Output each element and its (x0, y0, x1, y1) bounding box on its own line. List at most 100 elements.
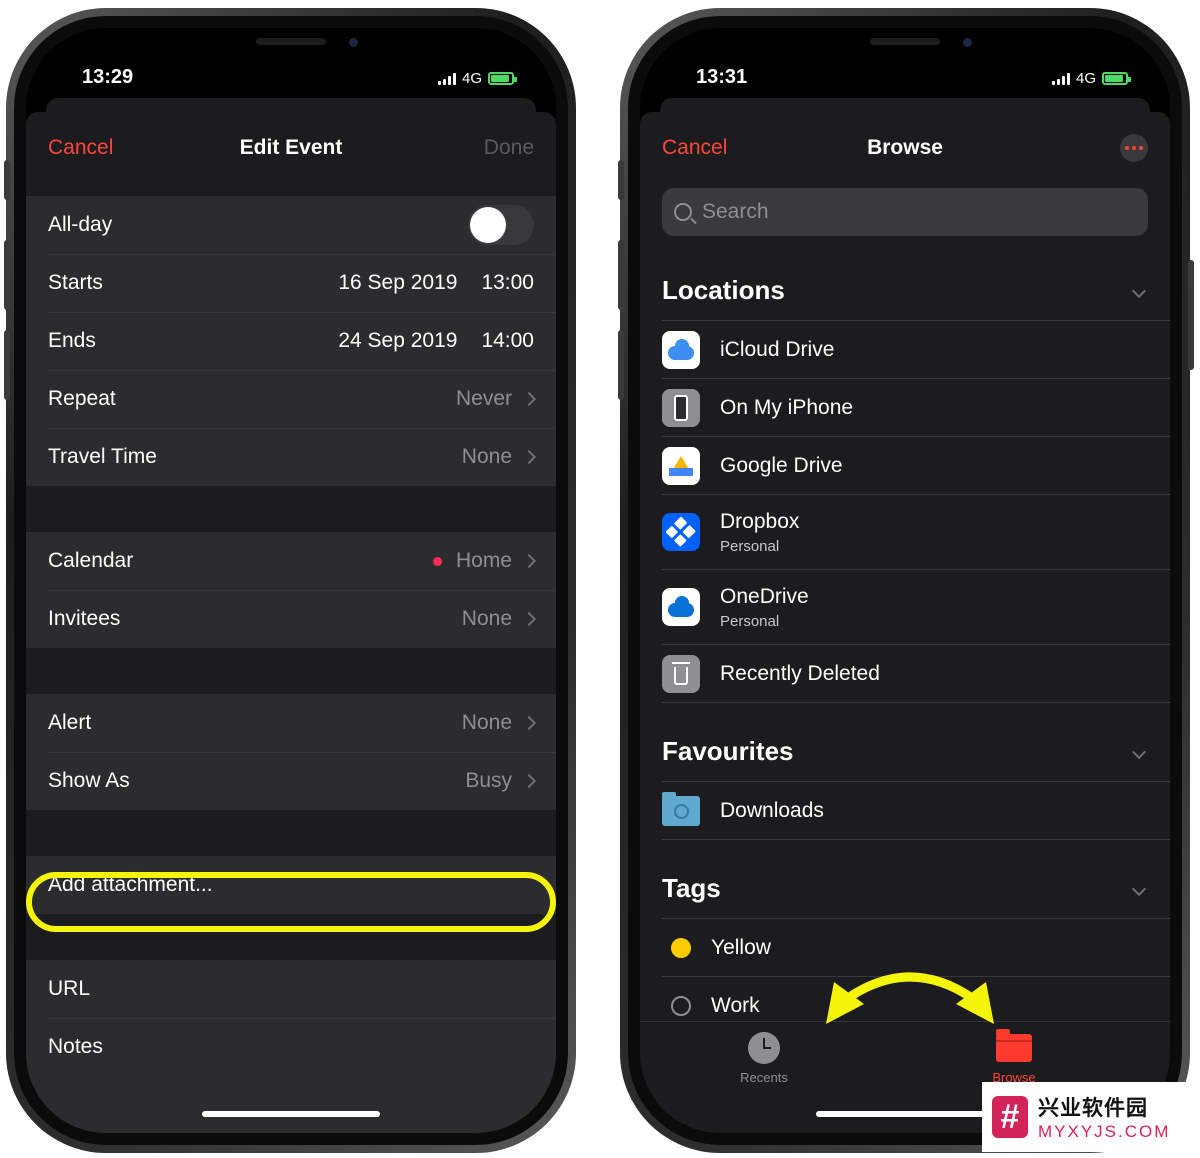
status-time: 13:29 (82, 66, 134, 88)
watermark: # 兴业软件园 MYXYJS.COM (982, 1082, 1190, 1152)
cancel-button[interactable]: Cancel (48, 136, 113, 160)
camera-icon (349, 38, 358, 47)
location-google-drive[interactable]: Google Drive (662, 437, 1170, 495)
chevron-down-icon[interactable] (1131, 744, 1147, 760)
onedrive-icon (662, 588, 700, 626)
alert-group: Alert None Show As Busy (26, 694, 556, 810)
ends-time[interactable]: 14:00 (481, 329, 534, 353)
show-as-label: Show As (48, 769, 130, 792)
google-drive-icon (662, 446, 700, 485)
location-on-my-iphone[interactable]: On My iPhone (662, 379, 1170, 437)
item-title: Downloads (720, 798, 824, 822)
power-button (1188, 260, 1194, 370)
allday-row: All-day (26, 196, 556, 254)
notes-field[interactable]: Notes (26, 1018, 556, 1076)
folder-icon (996, 1029, 1032, 1062)
locations-heading: Locations (662, 275, 785, 305)
alert-row[interactable]: Alert None (26, 694, 556, 752)
side-button (4, 330, 10, 400)
favourites-heading: Favourites (662, 736, 794, 766)
nav-bar: Cancel Browse (640, 112, 1170, 184)
double-arrow-annotation (826, 972, 994, 1024)
icloud-drive-icon (662, 330, 700, 369)
camera-icon (963, 38, 972, 47)
status-indicators: 4G (1051, 70, 1131, 87)
page-title: Edit Event (239, 136, 343, 159)
starts-date[interactable]: 16 Sep 2019 (338, 271, 457, 295)
favourites-header[interactable]: Favourites (640, 703, 1170, 781)
invitees-label: Invitees (48, 607, 121, 630)
cancel-button[interactable]: Cancel (662, 136, 727, 160)
starts-time[interactable]: 13:00 (481, 271, 534, 295)
trash-icon (662, 654, 700, 693)
starts-row[interactable]: Starts 16 Sep 2019 13:00 (26, 254, 556, 312)
ends-row[interactable]: Ends 24 Sep 2019 14:00 (26, 312, 556, 370)
chevron-right-icon (521, 553, 537, 569)
side-button (618, 240, 624, 310)
item-subtitle: Personal (720, 537, 780, 555)
home-indicator[interactable] (816, 1111, 994, 1117)
more-options-button[interactable] (1120, 134, 1148, 162)
starts-label: Starts (48, 271, 103, 294)
item-title: Yellow (711, 935, 771, 959)
tab-recents[interactable]: Recents (714, 1032, 814, 1085)
item-title: Dropbox (720, 509, 800, 533)
notes-placeholder: Notes (48, 1035, 103, 1058)
network-label: 4G (1075, 70, 1096, 87)
status-time: 13:31 (696, 66, 748, 88)
watermark-chinese: 兴业软件园 (1038, 1097, 1148, 1120)
location-icloud-drive[interactable]: iCloud Drive (662, 321, 1170, 379)
calendar-value: Home (455, 549, 512, 572)
yellow-tag-dot-icon (671, 937, 691, 958)
show-as-row[interactable]: Show As Busy (26, 752, 556, 810)
ends-label: Ends (48, 329, 96, 352)
invitees-value: None (461, 607, 512, 630)
allday-toggle[interactable] (468, 205, 534, 245)
item-title: On My iPhone (720, 395, 854, 419)
favourites-list: Downloads (662, 781, 1170, 840)
chevron-right-icon (521, 449, 537, 465)
tab-recents-label: Recents (740, 1070, 788, 1085)
empty-tag-dot-icon (671, 995, 691, 1016)
travel-time-label: Travel Time (48, 445, 157, 468)
chevron-down-icon[interactable] (1131, 881, 1147, 897)
attachment-group: Add attachment... (26, 856, 556, 914)
add-attachment-button[interactable]: Add attachment... (48, 873, 534, 897)
network-label: 4G (461, 70, 482, 87)
chevron-right-icon (521, 611, 537, 627)
add-attachment-row[interactable]: Add attachment... (26, 856, 556, 914)
invitees-row[interactable]: Invitees None (26, 590, 556, 648)
side-button (618, 330, 624, 400)
calendar-row[interactable]: Calendar Home (26, 532, 556, 590)
favourite-downloads[interactable]: Downloads (662, 782, 1170, 840)
tags-header[interactable]: Tags (640, 840, 1170, 918)
battery-icon (488, 72, 517, 85)
travel-time-row[interactable]: Travel Time None (26, 428, 556, 486)
edit-event-sheet: Cancel Edit Event Done All-day Starts 16… (26, 112, 556, 1133)
dropbox-icon (662, 513, 700, 551)
item-subtitle: Personal (720, 612, 780, 630)
tags-heading: Tags (662, 873, 721, 903)
location-dropbox[interactable]: Dropbox Personal (662, 495, 1170, 570)
tab-browse[interactable]: Browse (964, 1029, 1064, 1085)
iphone-icon (662, 388, 700, 427)
ends-date[interactable]: 24 Sep 2019 (338, 329, 457, 353)
alert-label: Alert (48, 711, 92, 734)
side-button (618, 160, 624, 200)
location-onedrive[interactable]: OneDrive Personal (662, 570, 1170, 645)
location-recently-deleted[interactable]: Recently Deleted (662, 645, 1170, 703)
repeat-row[interactable]: Repeat Never (26, 370, 556, 428)
side-button (4, 240, 10, 310)
done-button[interactable]: Done (484, 136, 534, 160)
calendar-group: Calendar Home Invitees None (26, 532, 556, 648)
home-indicator[interactable] (202, 1111, 380, 1117)
item-title: Recently Deleted (720, 661, 880, 685)
url-field[interactable]: URL (26, 960, 556, 1018)
speaker (870, 38, 940, 45)
locations-header[interactable]: Locations (640, 236, 1170, 320)
search-input[interactable]: Search (662, 188, 1148, 236)
search-placeholder: Search (702, 200, 769, 223)
notes-group: URL Notes (26, 960, 556, 1133)
chevron-down-icon[interactable] (1131, 283, 1147, 299)
